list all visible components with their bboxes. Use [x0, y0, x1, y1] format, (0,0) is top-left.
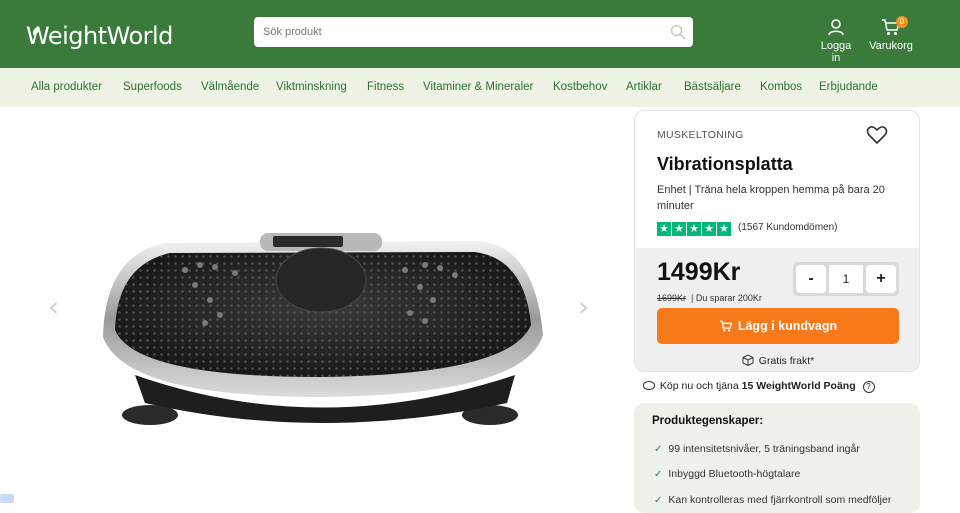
nav-item-artiklar[interactable]: Artiklar — [626, 81, 662, 93]
properties-title: Produktegenskaper: — [652, 415, 764, 427]
nav-item-valmaende[interactable]: Välmående — [201, 81, 259, 93]
product-title: Vibrationsplatta — [657, 154, 793, 174]
property-item: ✓ Kan kontrolleras med fjärrkontroll som … — [654, 494, 892, 506]
coin-icon — [643, 381, 655, 390]
search-input[interactable] — [254, 17, 654, 47]
free-shipping: Gratis frakt* — [635, 354, 919, 367]
nav-item-viktminskning[interactable]: Viktminskning — [276, 81, 347, 93]
current-price: 1499Kr — [657, 258, 741, 286]
weightworld-logo[interactable]: WeightWorld — [26, 22, 173, 50]
login-label: Logga in — [820, 40, 852, 64]
old-price: 1699Kr — [657, 293, 687, 303]
site-header: WeightWorld Logga in 0 Varukorg — [0, 0, 960, 68]
cart-count-badge: 0 — [896, 16, 908, 28]
login-button[interactable]: Logga in — [815, 18, 857, 64]
cart-button[interactable]: 0 Varukorg — [868, 16, 914, 52]
property-item: ✓ Inbyggd Bluetooth-högtalare — [654, 468, 801, 480]
browser-tab-chip — [0, 494, 14, 503]
nav-item-kostbehov[interactable]: Kostbehov — [553, 81, 607, 93]
star-icon: ★ — [672, 222, 686, 236]
trustpilot-stars[interactable]: ★ ★ ★ ★ ★ — [657, 222, 731, 236]
quantity-increase-button[interactable]: + — [866, 265, 896, 293]
add-to-cart-button[interactable]: Lägg i kundvagn — [657, 308, 899, 344]
user-icon — [828, 19, 844, 36]
gallery-next-arrow[interactable]: › — [578, 290, 589, 323]
product-category: MUSKELTONING — [657, 129, 744, 141]
cart-icon — [719, 320, 732, 332]
check-icon: ✓ — [654, 444, 663, 455]
product-card: MUSKELTONING Vibrationsplatta Enhet | Tr… — [634, 110, 920, 372]
review-count[interactable]: (1567 Kundomdömen) — [738, 222, 838, 233]
search-icon[interactable] — [670, 24, 686, 40]
price-panel: 1499Kr 1699Kr | Du sparar 200Kr - 1 + Lä… — [635, 248, 919, 371]
nav-item-fitness[interactable]: Fitness — [367, 81, 404, 93]
gallery-prev-arrow[interactable]: ‹ — [48, 290, 59, 323]
help-icon[interactable]: ? — [862, 381, 875, 393]
box-icon — [742, 354, 754, 367]
quantity-stepper: - 1 + — [793, 262, 899, 296]
quantity-decrease-button[interactable]: - — [796, 265, 826, 293]
search-bar — [254, 17, 693, 47]
shipping-label: Gratis frakt* — [758, 355, 815, 367]
nav-item-erbjudande[interactable]: Erbjudande — [819, 81, 878, 93]
logo-text: WeightWorld — [26, 22, 173, 50]
check-icon: ✓ — [654, 469, 663, 480]
heart-icon[interactable] — [866, 125, 888, 145]
nav-item-alla-produkter[interactable]: Alla produkter — [31, 81, 102, 93]
property-item: ✓ 99 intensitetsnivåer, 5 träningsband in… — [654, 443, 860, 455]
points-value: 15 WeightWorld Poäng — [741, 380, 856, 392]
add-to-cart-label: Lägg i kundvagn — [737, 319, 838, 333]
product-properties: Produktegenskaper: ✓ 99 intensitetsnivåer… — [634, 403, 920, 513]
star-icon: ★ — [702, 222, 716, 236]
check-icon: ✓ — [654, 495, 663, 506]
product-image — [103, 233, 543, 425]
product-subtitle: Enhet | Träna hela kroppen hemma på bara… — [657, 184, 885, 212]
nav-item-kombos[interactable]: Kombos — [760, 81, 802, 93]
star-icon: ★ — [687, 222, 701, 236]
points-prefix: Köp nu och tjäna — [659, 380, 739, 392]
nav-item-bastsaljare[interactable]: Bästsäljare — [684, 81, 741, 93]
star-icon: ★ — [657, 222, 671, 236]
nav-item-vitaminer[interactable]: Vitaminer & Mineraler — [423, 81, 533, 93]
nav-item-superfoods[interactable]: Superfoods — [123, 81, 182, 93]
cart-label: Varukorg — [869, 40, 913, 52]
quantity-value[interactable]: 1 — [829, 265, 863, 293]
star-icon: ★ — [717, 222, 731, 236]
loyalty-points: Köp nu och tjäna 15 WeightWorld Poäng ? — [643, 380, 875, 393]
savings-text: | Du sparar 200Kr — [691, 293, 762, 303]
category-nav: Alla produkter Superfoods Välmående Vikt… — [0, 68, 960, 107]
